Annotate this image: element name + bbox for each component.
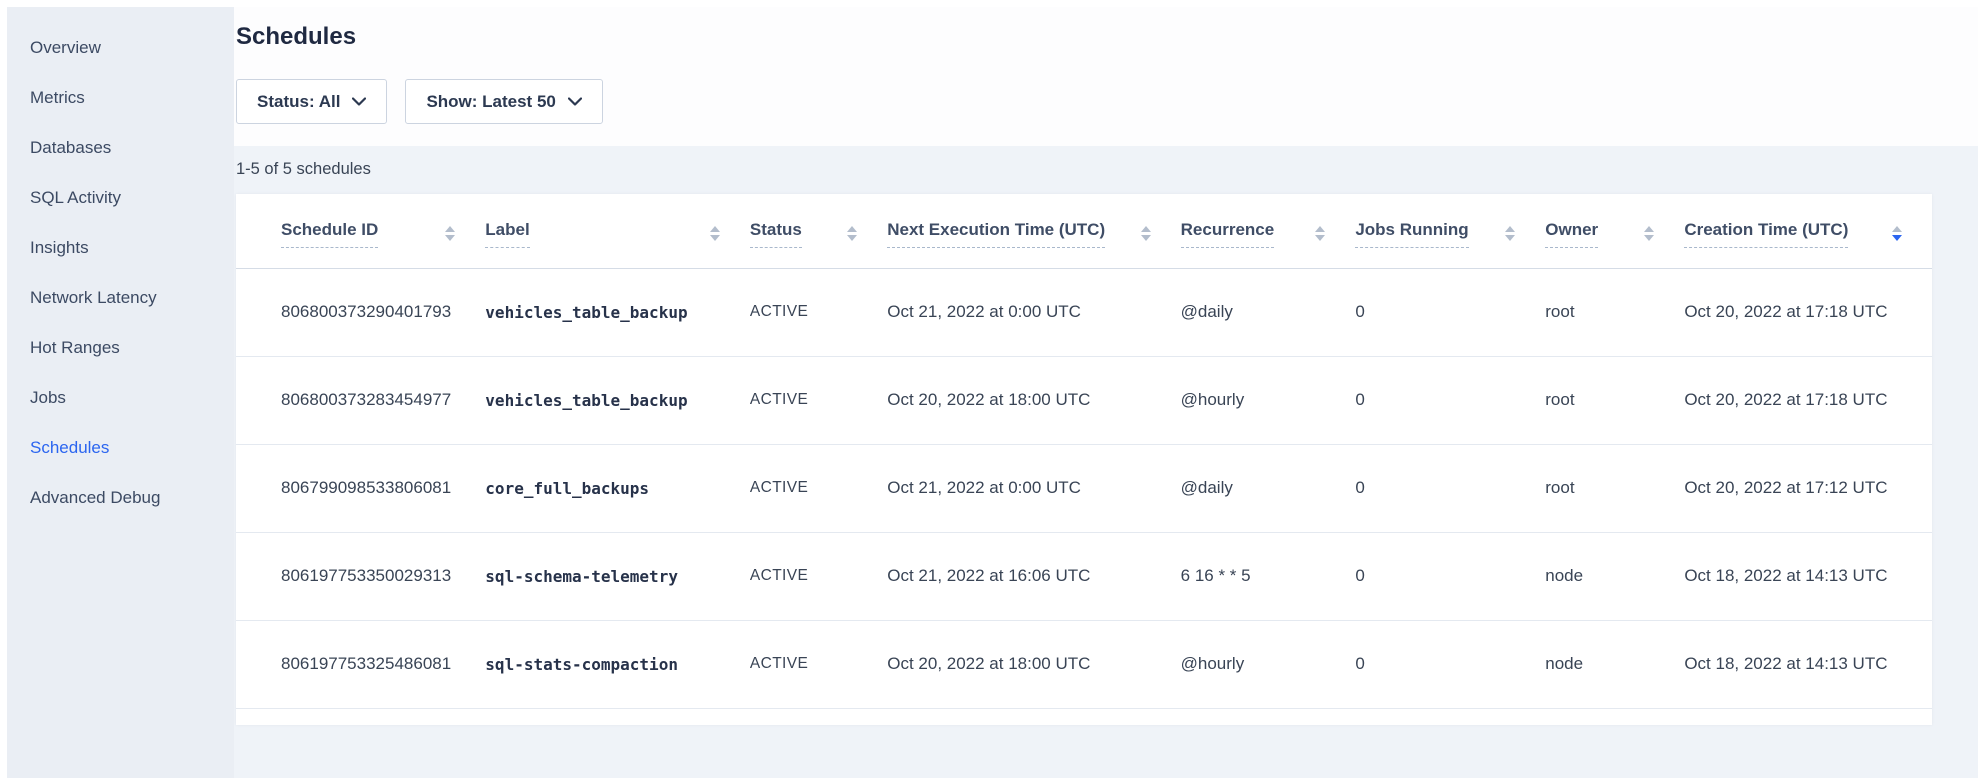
- cell-jobs-running: 0: [1355, 268, 1545, 356]
- cell-status: ACTIVE: [750, 356, 887, 444]
- cell-creation-time: Oct 20, 2022 at 17:12 UTC: [1684, 444, 1932, 532]
- schedules-table: Schedule ID Label Status Next Execution …: [236, 194, 1932, 709]
- cell-schedule-id: 806799098533806081: [236, 444, 485, 532]
- content-area: 1-5 of 5 schedules Schedule ID L: [234, 146, 1978, 778]
- cell-owner: node: [1545, 532, 1684, 620]
- cell-label: sql-schema-telemetry: [485, 532, 750, 620]
- column-header-owner[interactable]: Owner: [1545, 194, 1684, 268]
- cell-next-execution-time: Oct 20, 2022 at 18:00 UTC: [887, 356, 1180, 444]
- sidebar-item-schedules[interactable]: Schedules: [7, 423, 234, 473]
- cell-label: sql-stats-compaction: [485, 620, 750, 708]
- column-header-next-execution-time[interactable]: Next Execution Time (UTC): [887, 194, 1180, 268]
- sidebar-item-insights[interactable]: Insights: [7, 223, 234, 273]
- sidebar-item-databases[interactable]: Databases: [7, 123, 234, 173]
- sort-carets-icon[interactable]: [1505, 226, 1515, 241]
- cell-schedule-id: 806800373290401793: [236, 268, 485, 356]
- cell-creation-time: Oct 20, 2022 at 17:18 UTC: [1684, 356, 1932, 444]
- cell-recurrence: 6 16 * * 5: [1181, 532, 1356, 620]
- cell-status: ACTIVE: [750, 532, 887, 620]
- cell-schedule-id: 806197753350029313: [236, 532, 485, 620]
- sidebar-item-jobs[interactable]: Jobs: [7, 373, 234, 423]
- cell-recurrence: @hourly: [1181, 356, 1356, 444]
- cell-jobs-running: 0: [1355, 620, 1545, 708]
- cell-next-execution-time: Oct 21, 2022 at 0:00 UTC: [887, 268, 1180, 356]
- cell-owner: root: [1545, 444, 1684, 532]
- page-header: Schedules Status: All Show: Latest 50: [234, 7, 1978, 146]
- main-area: Schedules Status: All Show: Latest 50 1-…: [234, 7, 1978, 778]
- column-header-status[interactable]: Status: [750, 194, 887, 268]
- table-row[interactable]: 806799098533806081 core_full_backups ACT…: [236, 444, 1932, 532]
- column-header-jobs-running[interactable]: Jobs Running: [1355, 194, 1545, 268]
- status-filter-dropdown[interactable]: Status: All: [236, 79, 387, 124]
- page: Overview Metrics Databases SQL Activity …: [0, 0, 1978, 778]
- cell-schedule-id: 806800373283454977: [236, 356, 485, 444]
- cell-next-execution-time: Oct 21, 2022 at 16:06 UTC: [887, 532, 1180, 620]
- cell-status: ACTIVE: [750, 620, 887, 708]
- column-header-schedule-id[interactable]: Schedule ID: [236, 194, 485, 268]
- cell-jobs-running: 0: [1355, 356, 1545, 444]
- cell-recurrence: @hourly: [1181, 620, 1356, 708]
- sort-carets-icon[interactable]: [847, 226, 857, 241]
- sort-carets-icon[interactable]: [710, 226, 720, 241]
- sort-carets-icon[interactable]: [1644, 226, 1654, 241]
- cell-jobs-running: 0: [1355, 444, 1545, 532]
- column-header-creation-time[interactable]: Creation Time (UTC): [1684, 194, 1932, 268]
- cell-owner: node: [1545, 620, 1684, 708]
- sidebar-item-hot-ranges[interactable]: Hot Ranges: [7, 323, 234, 373]
- status-filter-label: Status: All: [257, 92, 340, 112]
- cell-label: core_full_backups: [485, 444, 750, 532]
- sort-carets-icon[interactable]: [445, 226, 455, 241]
- show-filter-dropdown[interactable]: Show: Latest 50: [405, 79, 602, 124]
- cell-status: ACTIVE: [750, 444, 887, 532]
- show-filter-label: Show: Latest 50: [426, 92, 555, 112]
- table-row[interactable]: 806197753325486081 sql-stats-compaction …: [236, 620, 1932, 708]
- chevron-down-icon: [352, 97, 366, 106]
- cell-recurrence: @daily: [1181, 268, 1356, 356]
- column-header-label[interactable]: Label: [485, 194, 750, 268]
- cell-owner: root: [1545, 356, 1684, 444]
- column-header-recurrence[interactable]: Recurrence: [1181, 194, 1356, 268]
- cell-status: ACTIVE: [750, 268, 887, 356]
- sidebar-item-network-latency[interactable]: Network Latency: [7, 273, 234, 323]
- table-row[interactable]: 806800373283454977 vehicles_table_backup…: [236, 356, 1932, 444]
- sidebar-item-sql-activity[interactable]: SQL Activity: [7, 173, 234, 223]
- cell-schedule-id: 806197753325486081: [236, 620, 485, 708]
- cell-next-execution-time: Oct 20, 2022 at 18:00 UTC: [887, 620, 1180, 708]
- chevron-down-icon: [568, 97, 582, 106]
- results-count: 1-5 of 5 schedules: [236, 160, 1932, 179]
- cell-creation-time: Oct 18, 2022 at 14:13 UTC: [1684, 620, 1932, 708]
- sidebar-item-advanced-debug[interactable]: Advanced Debug: [7, 473, 234, 523]
- cell-label: vehicles_table_backup: [485, 356, 750, 444]
- sidebar-item-metrics[interactable]: Metrics: [7, 73, 234, 123]
- filter-bar: Status: All Show: Latest 50: [236, 79, 1933, 124]
- cell-creation-time: Oct 20, 2022 at 17:18 UTC: [1684, 268, 1932, 356]
- cell-recurrence: @daily: [1181, 444, 1356, 532]
- sort-desc-active-icon[interactable]: [1892, 226, 1902, 241]
- cell-creation-time: Oct 18, 2022 at 14:13 UTC: [1684, 532, 1932, 620]
- sort-carets-icon[interactable]: [1141, 226, 1151, 241]
- sidebar-nav-list: Overview Metrics Databases SQL Activity …: [7, 23, 234, 523]
- table-row[interactable]: 806197753350029313 sql-schema-telemetry …: [236, 532, 1932, 620]
- sidebar: Overview Metrics Databases SQL Activity …: [7, 7, 234, 778]
- cell-label: vehicles_table_backup: [485, 268, 750, 356]
- page-title: Schedules: [236, 23, 1933, 51]
- cell-next-execution-time: Oct 21, 2022 at 0:00 UTC: [887, 444, 1180, 532]
- table-header-row: Schedule ID Label Status Next Execution …: [236, 194, 1932, 268]
- sidebar-item-overview[interactable]: Overview: [7, 23, 234, 73]
- cell-jobs-running: 0: [1355, 532, 1545, 620]
- schedules-table-card: Schedule ID Label Status Next Execution …: [236, 194, 1932, 725]
- cell-owner: root: [1545, 268, 1684, 356]
- table-row[interactable]: 806800373290401793 vehicles_table_backup…: [236, 268, 1932, 356]
- sort-carets-icon[interactable]: [1315, 226, 1325, 241]
